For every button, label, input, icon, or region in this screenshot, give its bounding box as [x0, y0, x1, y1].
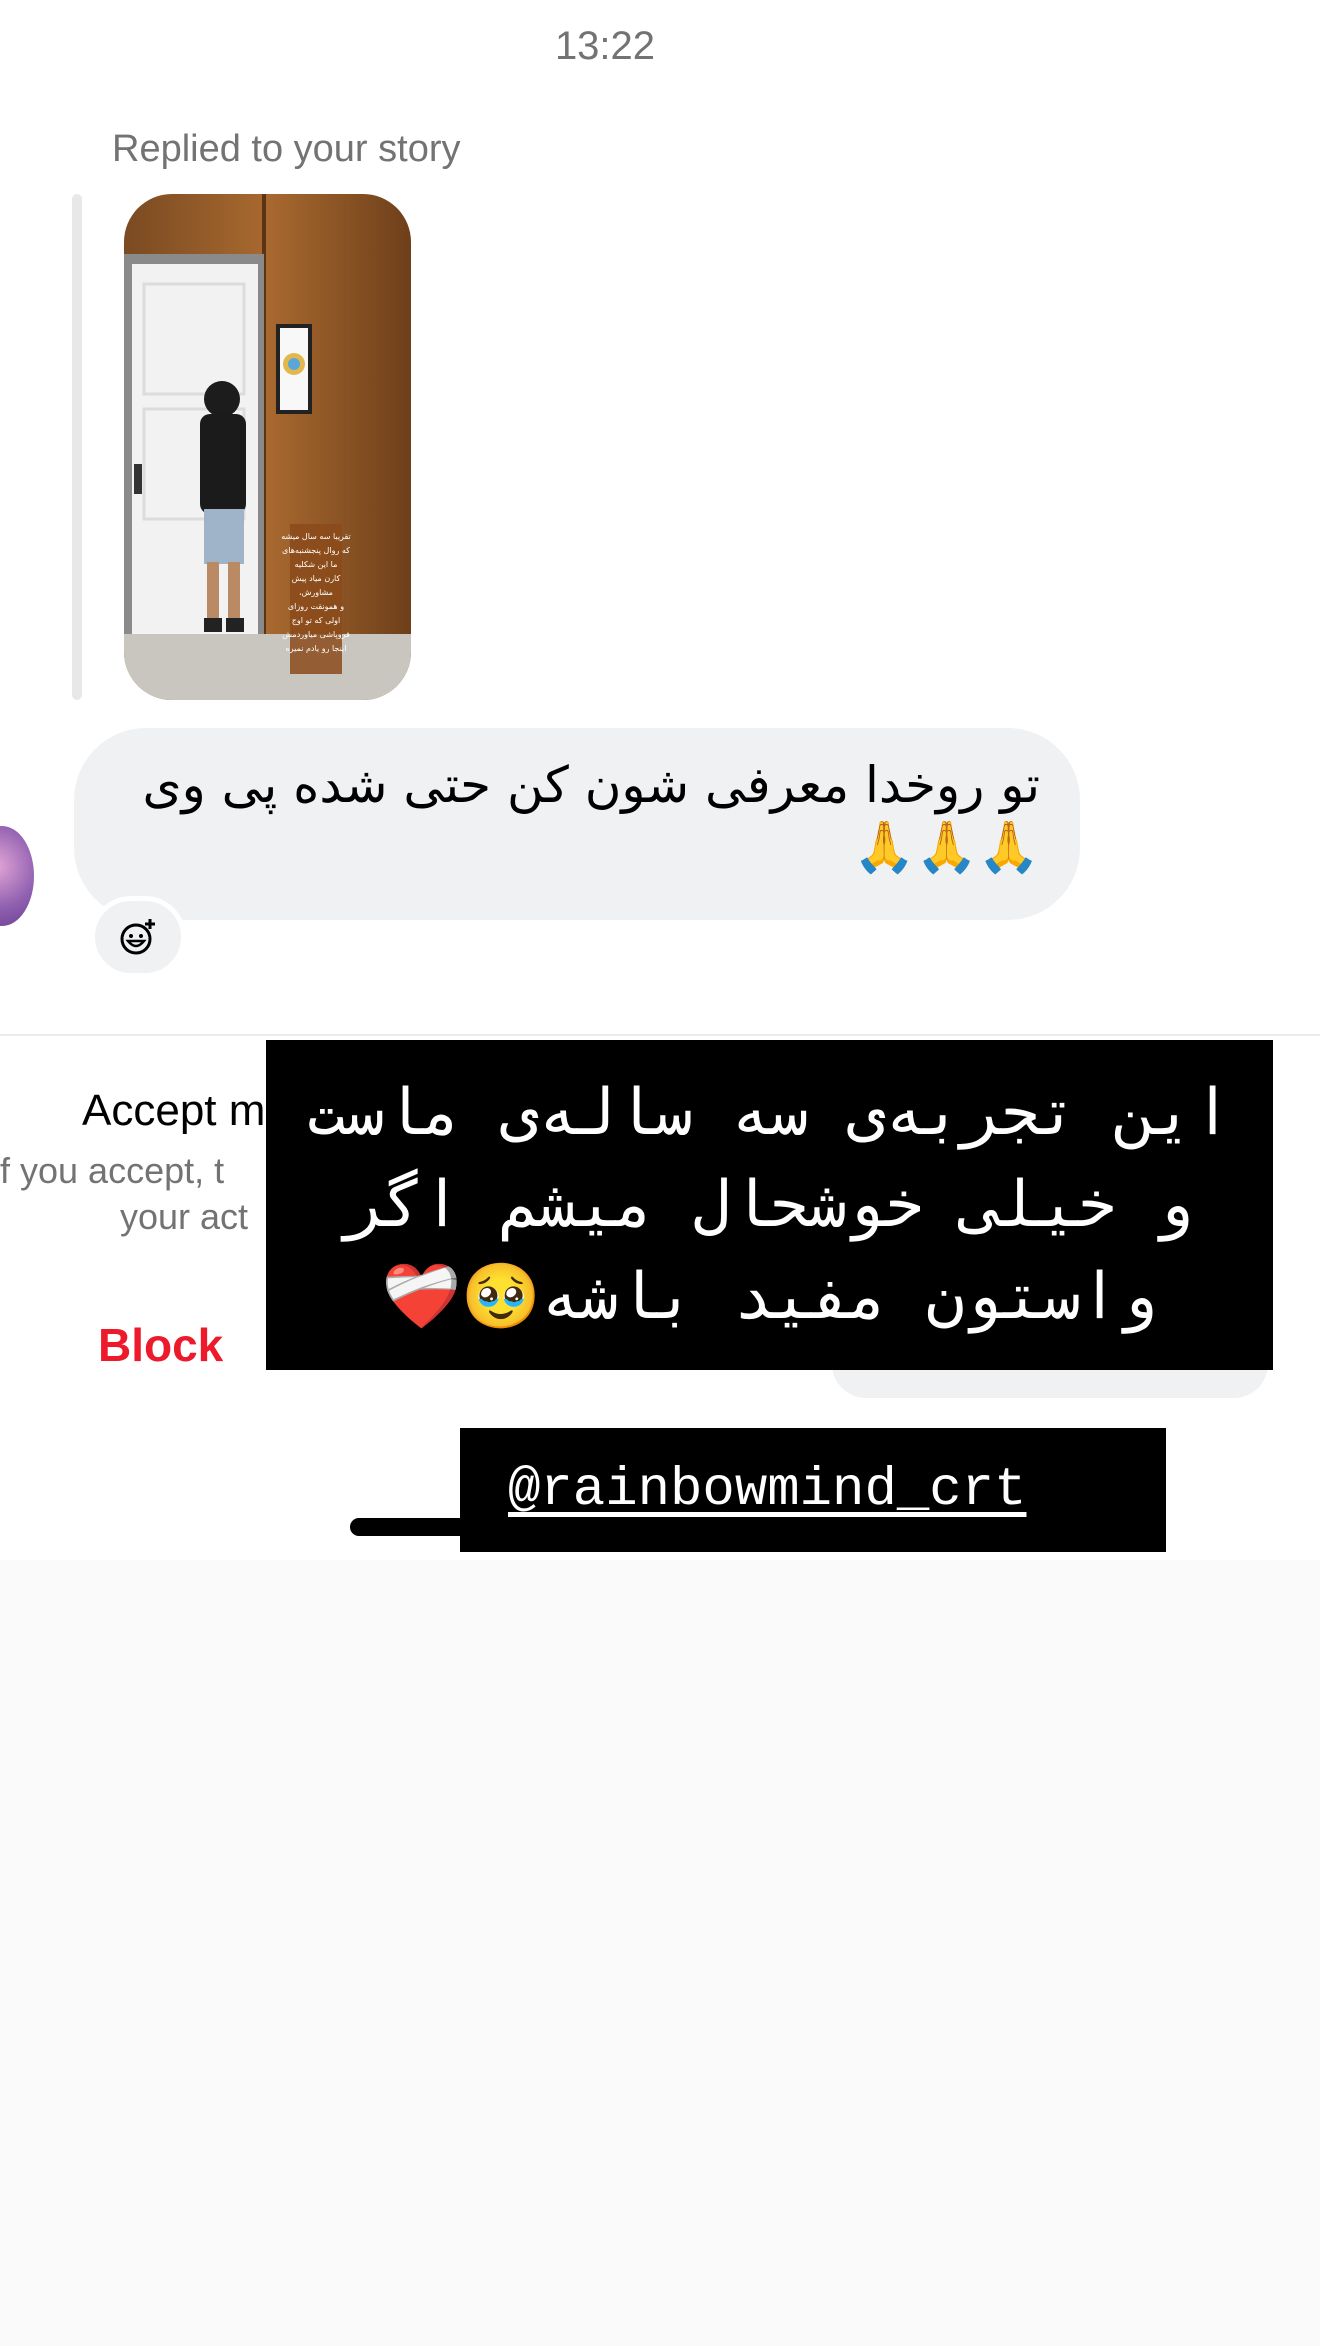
story-thumbnail-text-line: کارن میاد پیش: [292, 574, 341, 583]
accept-request-description: f you accept, t: [0, 1150, 225, 1191]
block-button[interactable]: Block: [98, 1318, 223, 1372]
message-bubble[interactable]: تو روخدا معرفی شون کن حتی شده پی وی 🙏🙏🙏: [74, 728, 1080, 920]
story-thumbnail-text-line: و همونقت روزای: [288, 602, 344, 611]
dm-thread-screen: 13:22 Replied to your story تقریبا سه سا…: [0, 0, 1320, 1560]
story-thumbnail-text-line: اینجا رو یادم نمیره: [286, 644, 347, 653]
story-thumbnail-text-line: مشاورش،: [299, 588, 333, 597]
mention-handle[interactable]: @rainbowmind_crt: [508, 1460, 1026, 1521]
story-thumbnail-text-line: ما این شکلیه: [295, 560, 338, 569]
add-reaction-button[interactable]: [90, 896, 186, 978]
add-reaction-icon: [120, 919, 155, 955]
story-thumbnail[interactable]: تقریبا سه سال میشه که روال پنجشنبه‌های م…: [124, 194, 411, 700]
mention-sticker[interactable]: @rainbowmind_crt: [460, 1428, 1166, 1552]
story-thumbnail-text-line: که روال پنجشنبه‌های: [282, 546, 350, 555]
message-timestamp: 13:22: [554, 24, 656, 68]
story-caption-overlay: این تجربه‌ی سه ساله‌ی ماست و خیلی خوشحال…: [266, 1040, 1273, 1370]
story-caption-text: این تجربه‌ی سه ساله‌ی ماست و خیلی خوشحال…: [307, 1076, 1232, 1334]
request-panel-divider: [0, 1034, 1320, 1036]
accept-request-description: your act: [120, 1196, 249, 1237]
accept-request-title: Accept m: [82, 1086, 266, 1135]
story-thumbnail-text-line: فروپاشی میاوردمش: [282, 630, 350, 639]
story-thumbnail-image: تقریبا سه سال میشه که روال پنجشنبه‌های م…: [124, 194, 411, 700]
story-reply-quote-bar: [72, 194, 82, 700]
sender-avatar[interactable]: [0, 826, 34, 926]
story-thumbnail-text-line: تقریبا سه سال میشه: [281, 532, 350, 541]
story-thumbnail-text-line: اولی که تو اوج: [292, 616, 341, 625]
story-reply-label: Replied to your story: [112, 128, 461, 170]
message-text: تو روخدا معرفی شون کن حتی شده پی وی 🙏🙏🙏: [142, 756, 1041, 876]
